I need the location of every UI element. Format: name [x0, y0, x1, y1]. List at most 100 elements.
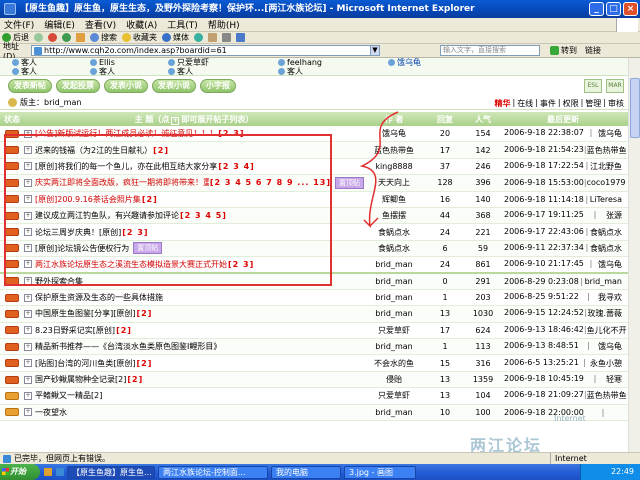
- home-button[interactable]: [76, 33, 85, 42]
- task-my-computer[interactable]: 我的电脑: [271, 465, 341, 479]
- expand-icon[interactable]: +: [171, 116, 180, 125]
- topic-title[interactable]: 精品新书推荐——《台湾淡水鱼类原色图鉴Ⅰ鲤形目》: [35, 341, 221, 352]
- last-update-user[interactable]: 我寻欢: [598, 292, 622, 303]
- address-dropdown-button[interactable]: ▼: [370, 45, 380, 56]
- last-update-user[interactable]: 轻寒: [606, 374, 622, 385]
- table-row[interactable]: + [公告]新版试运行！两江成员必读！诚征意见！！！ [2 3] 饿乌龟 20 154 20…: [0, 126, 628, 143]
- topic-title[interactable]: 保护原生资源及生态的一些具体措施: [35, 292, 163, 303]
- expand-topic-icon[interactable]: +: [24, 162, 32, 171]
- maximize-button[interactable]: □: [606, 2, 621, 16]
- table-row[interactable]: + [原创]将我们的每一个鱼儿，亦在此相互结大家分享 [2 3 4] king8888…: [0, 159, 628, 176]
- task-browser[interactable]: 【原生鱼趣】原生鱼...: [67, 465, 155, 479]
- expand-topic-icon[interactable]: +: [24, 359, 32, 368]
- table-row[interactable]: + 平鳍鳅又一精品[2] 只爱草虾 13 104 2006-9-18 21:09:27 | 蓝…: [0, 388, 628, 405]
- topic-author[interactable]: brid_man: [364, 309, 424, 318]
- expand-topic-icon[interactable]: +: [24, 129, 32, 138]
- address-input[interactable]: http://www.cqh2o.com/index.asp?boardid=6…: [31, 45, 371, 56]
- go-button[interactable]: 转到: [550, 45, 577, 56]
- topic-pages[interactable]: [2 3 4 5 6 7 8 9 ... 13]: [210, 178, 331, 187]
- task-control-panel[interactable]: 两江水族论坛-控制面...: [158, 465, 268, 479]
- expand-topic-icon[interactable]: +: [24, 342, 32, 351]
- expand-topic-icon[interactable]: +: [24, 391, 32, 400]
- link-events[interactable]: 事件: [540, 98, 556, 109]
- link-manage[interactable]: 管理: [585, 98, 601, 109]
- forward-button[interactable]: [34, 33, 43, 42]
- small-post-button[interactable]: 小字报: [200, 79, 236, 93]
- expand-topic-icon[interactable]: +: [24, 260, 32, 269]
- last-update-user[interactable]: 饿乌龟: [598, 128, 622, 139]
- last-update-user[interactable]: 蓝色热带鱼: [587, 145, 627, 156]
- quicklaunch-folder-icon[interactable]: [44, 468, 52, 476]
- mar-button[interactable]: MAR: [606, 79, 624, 93]
- table-row[interactable]: + 精品新书推荐——《台湾淡水鱼类原色图鉴Ⅰ鲤形目》 brid_man 1 113 200…: [0, 339, 628, 356]
- menu-edit[interactable]: 编辑(E): [44, 18, 75, 31]
- menu-tools[interactable]: 工具(T): [167, 18, 198, 31]
- last-update-user[interactable]: 永鱼小憩: [590, 358, 622, 369]
- expand-topic-icon[interactable]: +: [24, 195, 32, 204]
- stop-button[interactable]: [48, 33, 57, 42]
- topic-title[interactable]: 一夜望水: [35, 407, 67, 418]
- table-row[interactable]: + [贴图]台湾的河川鱼类[原创] [2] 不会水的鱼 15 316 2006-6-5 13…: [0, 355, 628, 372]
- table-row[interactable]: + [原创]200.9.16茶话会照片集 [2] 辉鲫鱼 16 140 2006-9-18 …: [0, 192, 628, 208]
- topic-title[interactable]: 平鳍鳅又一精品[2]: [35, 390, 102, 401]
- table-row[interactable]: + 中国原生鱼图鉴[分享][原创] [2] brid_man 13 1030 2006-9-…: [0, 306, 628, 323]
- topic-title[interactable]: 国产砂鳅属物种全记录[2]: [35, 374, 126, 385]
- topic-author[interactable]: brid_man: [364, 277, 424, 286]
- task-paint[interactable]: 3.jpg - 画图: [344, 465, 416, 479]
- new-topic-button[interactable]: 发表新帖: [8, 79, 52, 93]
- topic-pages[interactable]: [2]: [116, 326, 132, 335]
- link-online[interactable]: 在线: [517, 98, 533, 109]
- topic-pages[interactable]: [2 3]: [218, 129, 244, 138]
- table-row[interactable]: + 建议成立两江钓鱼队，有兴趣请参加评论 [2 3 4 5] 鱼摆摆 44 368 2006…: [0, 207, 628, 225]
- clock[interactable]: 22:49: [611, 467, 634, 476]
- table-row[interactable]: + 两江水族论坛原生态之溪流生态模拟造景大赛正式开始 [2 3] brid_man 24…: [0, 257, 628, 274]
- expand-topic-icon[interactable]: +: [24, 211, 32, 220]
- topic-title[interactable]: 两江水族论坛原生态之溪流生态模拟造景大赛正式开始: [35, 259, 227, 270]
- favorites-button[interactable]: 收藏夹: [122, 32, 157, 43]
- menu-help[interactable]: 帮助(H): [208, 18, 240, 31]
- search-button[interactable]: 搜索: [90, 32, 117, 43]
- topic-title[interactable]: 野外探索合集: [35, 276, 83, 287]
- table-row[interactable]: +8.23日野采记实[原创] [2] 只爱草虾 17 624 2006-9-13 18:4…: [0, 323, 628, 340]
- topic-pages[interactable]: [2]: [142, 195, 158, 204]
- last-update-user[interactable]: 饿乌龟: [598, 259, 622, 270]
- media-button[interactable]: 媒体: [162, 32, 189, 43]
- topic-author[interactable]: 侵贻: [364, 374, 424, 385]
- expand-topic-icon[interactable]: +: [24, 408, 32, 417]
- last-update-user[interactable]: 食蜗点水: [590, 227, 622, 238]
- expand-topic-icon[interactable]: +: [24, 293, 32, 302]
- topic-title[interactable]: [原创]将我们的每一个鱼儿，亦在此相互结大家分享: [35, 161, 217, 172]
- last-update-user[interactable]: 玫瑰.蔷薇: [587, 308, 622, 319]
- topic-author[interactable]: brid_man: [364, 293, 424, 302]
- topic-pages[interactable]: [2]: [136, 309, 152, 318]
- expand-topic-icon[interactable]: +: [24, 309, 32, 318]
- topic-title[interactable]: [原创]论坛镜公告便权行为: [35, 243, 129, 254]
- expand-topic-icon[interactable]: +: [24, 326, 32, 335]
- topic-title[interactable]: [贴图]台湾的河川鱼类[原创]: [35, 358, 135, 369]
- last-update-user[interactable]: LiTeresa: [590, 195, 622, 204]
- topic-author[interactable]: brid_man: [364, 342, 424, 351]
- esl-button[interactable]: ESL: [584, 79, 602, 93]
- expand-topic-icon[interactable]: +: [24, 375, 32, 384]
- minimize-button[interactable]: _: [589, 2, 604, 16]
- links-button[interactable]: 链接: [585, 45, 601, 56]
- table-row[interactable]: + [原创]论坛镜公告便权行为 置顶贴 食蜗点水 6 59 2006-9-11 22:37:…: [0, 240, 628, 258]
- new-novel-button[interactable]: 发表小说: [104, 79, 148, 93]
- topic-title[interactable]: 论坛三周岁庆典！[原创]: [35, 227, 121, 238]
- topic-title[interactable]: [原创]200.9.16茶话会照片集: [35, 194, 141, 205]
- scroll-thumb[interactable]: [630, 78, 640, 138]
- expand-topic-icon[interactable]: +: [24, 244, 32, 253]
- expand-topic-icon[interactable]: +: [24, 228, 32, 237]
- topic-title[interactable]: [公告]新版试运行！两江成员必读！诚征意见！！！: [35, 128, 217, 139]
- table-row[interactable]: +庆实两江即将全面改版，疯狂一期将即将带来！重新开始欢迎！[2 3 4 5 6 …: [0, 175, 628, 192]
- topic-pages[interactable]: [2 3]: [122, 228, 148, 237]
- link-permissions[interactable]: 权限: [563, 98, 579, 109]
- table-row[interactable]: + 国产砂鳅属物种全记录[2] [2] 侵贻 13 1359 2006-9-18 10:45…: [0, 371, 628, 389]
- topic-author[interactable]: 只爱草虾: [364, 390, 424, 401]
- search-input[interactable]: 输入文字，直接搜索: [440, 45, 540, 56]
- topic-title[interactable]: 中国原生鱼图鉴[分享][原创]: [35, 308, 135, 319]
- expand-topic-icon[interactable]: +: [24, 277, 32, 286]
- new-poll-button[interactable]: 发起投票: [56, 79, 100, 93]
- menu-file[interactable]: 文件(F): [4, 18, 34, 31]
- topic-pages[interactable]: [2 3 4]: [218, 162, 255, 171]
